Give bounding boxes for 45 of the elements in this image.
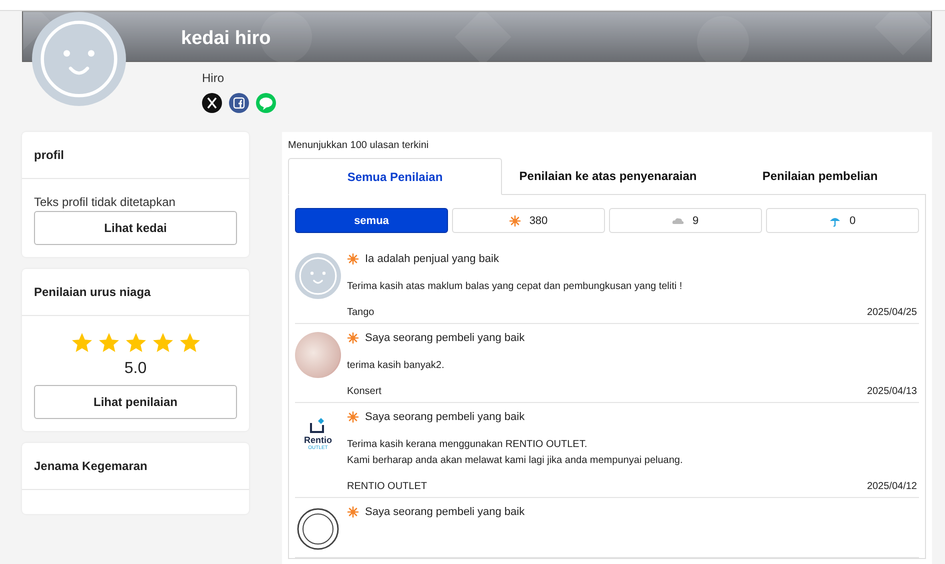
avatar-icon bbox=[32, 12, 126, 106]
sun-icon bbox=[509, 214, 522, 226]
ring-logo-icon bbox=[295, 506, 341, 552]
review-date: 2025/04/13 bbox=[866, 386, 917, 397]
review-title: Ia adalah penjual yang baik bbox=[365, 253, 499, 265]
card-title: Jenama Kegemaran bbox=[22, 443, 249, 490]
owner-name: Hiro bbox=[202, 71, 226, 85]
reviewer-name: Tango bbox=[347, 307, 374, 318]
photo-placeholder bbox=[295, 332, 341, 378]
shop-name: kedai hiro bbox=[181, 28, 271, 50]
review-title: Saya seorang pembeli yang baik bbox=[365, 332, 525, 344]
review-text: Terima kasih atas maklum balas yang cepat dan pembungkusan yang teliti ! bbox=[347, 280, 684, 294]
star-icon bbox=[70, 332, 92, 354]
rating-filter-button[interactable]: 9 bbox=[609, 208, 762, 233]
facebook-share-icon[interactable] bbox=[229, 93, 249, 113]
review-title: Saya seorang pembeli yang baik bbox=[365, 411, 525, 423]
sun-icon bbox=[347, 411, 359, 423]
review-date: 2025/04/12 bbox=[866, 481, 917, 492]
review-text: terima kasih banyak2. bbox=[347, 359, 446, 373]
rating-score: 5.0 bbox=[124, 360, 147, 378]
review-date: 2025/04/25 bbox=[866, 307, 917, 318]
star-icon bbox=[98, 332, 120, 354]
sun-icon bbox=[347, 506, 359, 518]
review-tab[interactable]: Semua Penilaian bbox=[288, 158, 502, 195]
review-title: Saya seorang pembeli yang baik bbox=[365, 506, 525, 518]
star-icon bbox=[124, 332, 146, 354]
view-button[interactable]: Lihat kedai bbox=[34, 211, 237, 245]
view-button[interactable]: Lihat penilaian bbox=[34, 385, 237, 419]
rating-filter-button[interactable]: 0 bbox=[766, 208, 919, 233]
star-icon bbox=[178, 332, 200, 354]
reviewer-name: Konsert bbox=[347, 386, 382, 397]
profile-text: Teks profil tidak ditetapkan bbox=[34, 195, 176, 209]
reviewer-name: RENTIO OUTLET bbox=[347, 481, 428, 492]
card-title: profil bbox=[22, 132, 249, 179]
rating-filter-button[interactable]: 380 bbox=[452, 208, 605, 233]
card-title: Penilaian urus niaga bbox=[22, 269, 249, 316]
rating-filter-button[interactable]: semua bbox=[295, 208, 448, 233]
star-icon bbox=[152, 332, 174, 354]
review-count-text: Menunjukkan 100 ulasan terkini bbox=[288, 140, 430, 151]
reviewer-avatar-icon bbox=[295, 253, 341, 299]
x-share-icon[interactable] bbox=[202, 93, 222, 113]
review-text: Terima kasih kerana menggunakan RENTIO OUTLET. bbox=[347, 438, 588, 452]
review-text: Kami berharap anda akan melawat kami lagi jika anda mempunyai peluang. bbox=[347, 454, 684, 468]
sun-icon bbox=[347, 332, 359, 344]
sun-icon bbox=[347, 253, 359, 265]
